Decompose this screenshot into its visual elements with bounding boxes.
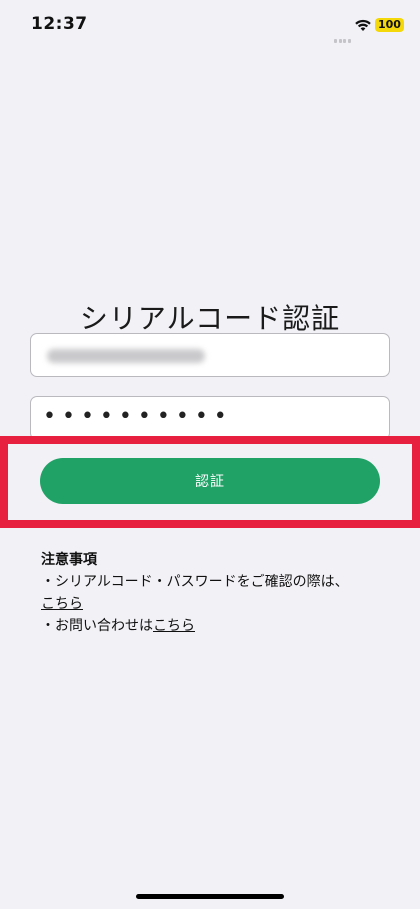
wifi-icon (354, 17, 372, 31)
home-indicator[interactable] (136, 894, 284, 899)
contact-link[interactable]: こちら (153, 618, 195, 634)
notes-title: 注意事項 (41, 552, 97, 568)
password-input[interactable]: •••••••••• (30, 396, 390, 440)
battery-indicator: 100 (375, 18, 404, 32)
blurred-serial-value (47, 349, 205, 363)
notes-section: 注意事項 ・シリアルコード・パスワードをご確認の際は、 こちら ・お問い合わせは… (41, 549, 401, 637)
notes-line-1-text: ・シリアルコード・パスワードをご確認の際は、 (41, 574, 349, 590)
password-mask: •••••••••• (43, 404, 233, 429)
auth-submit-button[interactable]: 認証 (40, 458, 380, 504)
serial-code-input[interactable] (30, 333, 390, 377)
confirm-serial-link[interactable]: こちら (41, 596, 83, 612)
status-time: 12:37 (31, 14, 88, 34)
notes-line-2: ・お問い合わせはこちら (41, 615, 401, 637)
cellular-signal-icon (334, 24, 352, 43)
page-title: シリアルコード認証 (79, 301, 341, 335)
notes-line-2-text: ・お問い合わせは (41, 618, 153, 634)
status-bar: 12:37 100 (0, 0, 420, 50)
notes-line-1: ・シリアルコード・パスワードをご確認の際は、 こちら (41, 571, 401, 615)
